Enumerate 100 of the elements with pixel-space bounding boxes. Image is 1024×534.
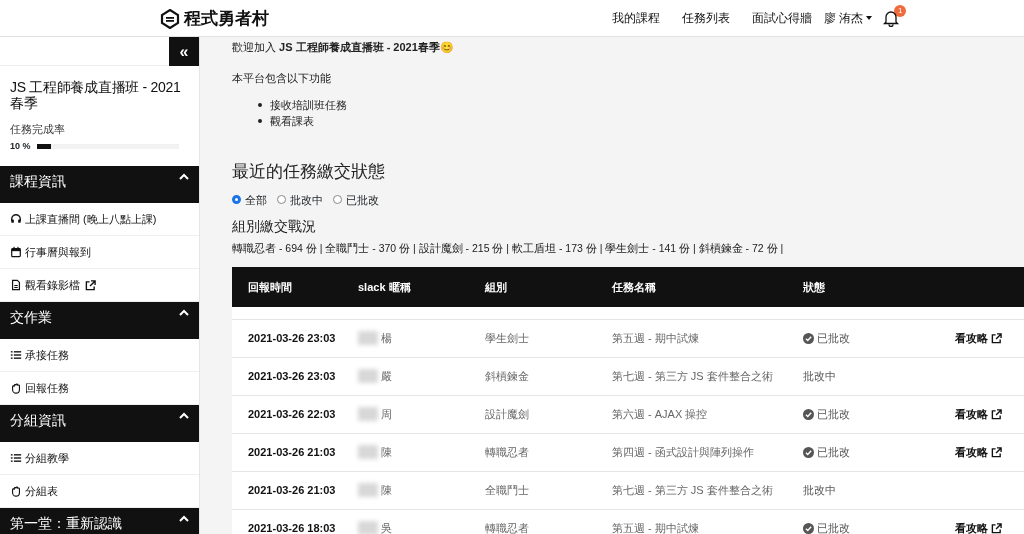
- table-cell-text: 斜槓鍊金: [485, 369, 530, 384]
- chevron-up-icon: [179, 309, 189, 316]
- check-circle-icon: [803, 332, 814, 344]
- table-cell-text: 2021-03-26 21:03: [247, 445, 337, 460]
- external-link-icon: [991, 522, 1002, 534]
- table-cell-text: 嚴: [381, 369, 392, 384]
- section-title: 最近的任務繳交狀態: [232, 161, 386, 183]
- table-cell-text: 周: [381, 407, 392, 422]
- table-cell-text: 第五週 - 期中試煉: [612, 331, 700, 346]
- blurred-name: [358, 483, 378, 498]
- chevron-up-icon: [179, 412, 189, 419]
- radio-button[interactable]: [277, 195, 286, 205]
- chevron-up-icon: [179, 515, 189, 522]
- notification-badge: 1: [894, 5, 907, 17]
- table-cell-text: 楊: [381, 331, 392, 346]
- section-title: 課程資訊: [10, 173, 66, 189]
- table-cell-text: 2021-03-26 18:03: [247, 521, 337, 534]
- column-header: 任務名稱: [612, 279, 657, 295]
- section-title: 分組資訊: [10, 412, 66, 428]
- check-circle-icon: [803, 446, 814, 458]
- table-cell-text: 2021-03-26 23:03: [247, 369, 337, 384]
- nav-link[interactable]: 我的課程: [612, 9, 660, 27]
- table-cell-text: 學生劍士: [485, 331, 530, 346]
- status-graded: 已批改: [817, 445, 850, 460]
- collapse-button[interactable]: «: [169, 37, 199, 66]
- external-link-icon: [991, 446, 1002, 458]
- column-header: 狀態: [803, 279, 826, 295]
- table-cell-text: 第四週 - 函式設計與陣列操作: [612, 445, 755, 460]
- table-cell-text: 第五週 - 期中試煉: [612, 521, 700, 534]
- table-cell-text: 全職鬥士: [485, 483, 530, 498]
- welcome-text: 歡迎加入 JS 工程師養成直播班 - 2021春季😊: [232, 40, 455, 55]
- user-menu[interactable]: 廖 洧杰: [824, 9, 873, 27]
- section-title: 交作業: [10, 309, 52, 325]
- sidebar-link[interactable]: 分組教學: [0, 442, 199, 475]
- external-link-icon: [85, 279, 96, 291]
- table-cell-text: 第七週 - 第三方 JS 套件整合之術: [612, 483, 774, 498]
- column-header: 回報時間: [247, 279, 293, 295]
- features-title: 本平台包含以下功能: [232, 70, 332, 86]
- column-header: 組別: [485, 279, 508, 295]
- table-cell-text: 轉職忍者: [485, 521, 530, 534]
- table-cell-text: 陳: [381, 445, 392, 460]
- bell-icon: [882, 9, 901, 27]
- status-pending: 批改中: [803, 483, 836, 498]
- feature-item: 觀看課表: [258, 113, 1024, 129]
- feature-item: 接收培訓班任務: [258, 97, 1024, 113]
- hand-icon: [10, 485, 22, 497]
- caret-icon: [866, 16, 873, 20]
- radio-button[interactable]: [232, 195, 241, 205]
- guide-link[interactable]: 看攻略: [955, 406, 1002, 423]
- table-cell-text: 陳: [381, 483, 392, 498]
- group-stats-title: 組別繳交戰況: [232, 217, 317, 236]
- blurred-name: [358, 331, 378, 346]
- group-stats-text: 轉職忍者 - 694 份 | 全職鬥士 - 370 份 | 設計魔劍 - 215 份 | 軟工盾坦 - 173 份 | 學生劍士 - 141 份 | 斜槓鍊金 - 72 份 |: [232, 241, 785, 256]
- column-header: slack 暱稱: [358, 279, 412, 295]
- blurred-name: [358, 407, 378, 422]
- course-title: JS 工程師養成直播班 - 2021 春季: [10, 79, 182, 111]
- radio-option[interactable]: 批改中: [277, 191, 323, 208]
- sidebar-link[interactable]: 行事曆與報到: [0, 236, 199, 269]
- status-pending: 批改中: [803, 369, 836, 384]
- headset-icon: [10, 213, 22, 225]
- guide-link[interactable]: 看攻略: [955, 330, 1002, 347]
- list-icon: [10, 452, 22, 464]
- section-header[interactable]: 課程資訊: [0, 166, 199, 203]
- blurred-name: [358, 369, 378, 384]
- section-header[interactable]: 交作業: [0, 302, 199, 339]
- nav-link[interactable]: 面試心得牆: [752, 9, 812, 27]
- status-graded: 已批改: [817, 521, 850, 534]
- progress-label: 任務完成率: [10, 122, 66, 137]
- hand-icon: [10, 382, 22, 394]
- site-logo[interactable]: 程式勇者村: [184, 6, 269, 32]
- blurred-name: [358, 521, 378, 534]
- table-cell-text: 第六週 - AJAX 操控: [612, 407, 709, 422]
- status-graded: 已批改: [817, 331, 850, 346]
- table-cell-text: 第七週 - 第三方 JS 套件整合之術: [612, 369, 774, 384]
- section-header[interactable]: 第一堂：重新認識: [0, 508, 199, 534]
- list-icon: [10, 349, 22, 361]
- section-title: 第一堂：重新認識: [10, 515, 122, 531]
- guide-link[interactable]: 看攻略: [955, 444, 1002, 461]
- table-cell-text: 設計魔劍: [485, 407, 530, 422]
- guide-link[interactable]: 看攻略: [955, 520, 1002, 534]
- section-header[interactable]: 分組資訊: [0, 405, 199, 442]
- table-cell-text: 吳: [381, 521, 392, 534]
- nav-link[interactable]: 任務列表: [682, 9, 730, 27]
- table-cell-text: 2021-03-26 21:03: [247, 483, 337, 498]
- radio-button[interactable]: [333, 195, 342, 205]
- sidebar-link[interactable]: 上課直播間 (晚上八點上課): [0, 203, 199, 236]
- logo-icon: [160, 8, 180, 29]
- document-icon: [10, 279, 22, 291]
- external-link-icon: [991, 332, 1002, 344]
- status-graded: 已批改: [817, 407, 850, 422]
- progress-text: 10 %: [10, 139, 31, 153]
- calendar-icon: [10, 246, 22, 258]
- table-cell-text: 轉職忍者: [485, 445, 530, 460]
- notification-button[interactable]: [882, 9, 901, 27]
- table-cell-text: 2021-03-26 22:03: [247, 407, 337, 422]
- external-link-icon: [991, 408, 1002, 420]
- sidebar-link[interactable]: 承接任務: [0, 339, 199, 372]
- radio-option[interactable]: 已批改: [333, 191, 379, 208]
- radio-option[interactable]: 全部: [232, 191, 267, 208]
- check-circle-icon: [803, 408, 814, 420]
